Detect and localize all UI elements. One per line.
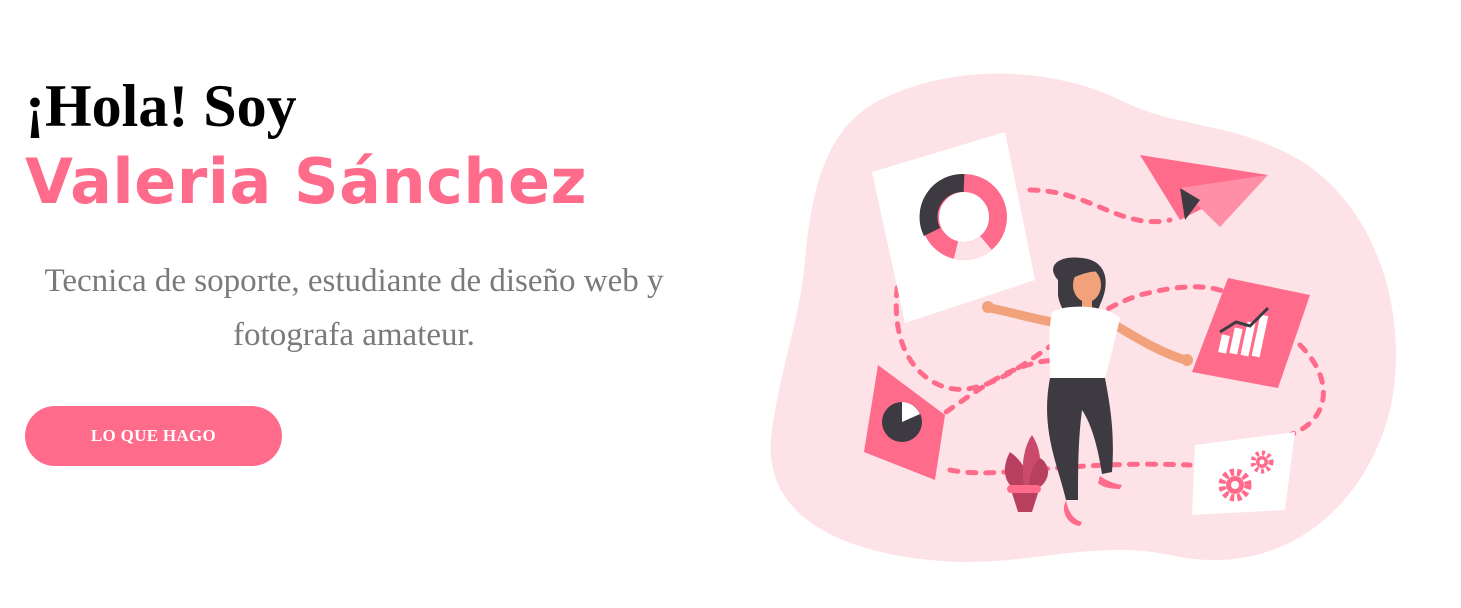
tagline: Tecnica de soporte, estudiante de diseño… (44, 263, 664, 353)
name-heading: Valeria Sánchez (25, 145, 588, 218)
hero-section: ¡Hola! Soy Valeria Sánchez Tecnica de so… (0, 0, 1461, 608)
lo-que-hago-button[interactable]: LO QUE HAGO (25, 406, 282, 466)
greeting-heading: ¡Hola! Soy (25, 73, 297, 139)
gears-card-icon (1192, 432, 1295, 515)
hero-illustration (770, 73, 1396, 562)
hero-text: ¡Hola! Soy Valeria Sánchez Tecnica de so… (25, 70, 685, 362)
